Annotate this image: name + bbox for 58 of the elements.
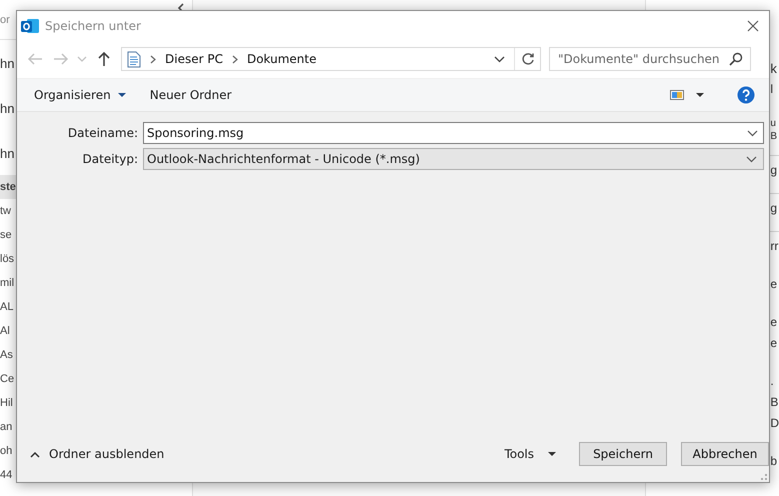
search-field[interactable]: "Dokumente" durchsuchen — [549, 47, 751, 71]
hide-folders-button[interactable]: Ordner ausblenden — [25, 444, 170, 464]
reading-pane-text: u — [770, 117, 776, 130]
reading-pane-text: D — [770, 415, 779, 432]
folder-heading[interactable]: hn — [0, 40, 14, 85]
breadcrumb-item[interactable]: Dokumente — [246, 52, 317, 66]
reading-pane-text: g — [770, 162, 778, 179]
reading-pane-text: . — [770, 373, 774, 390]
up-arrow-icon[interactable] — [97, 51, 111, 67]
chevron-right-icon — [150, 54, 156, 64]
header-text: or — [0, 14, 10, 26]
folder-heading[interactable]: hn — [0, 85, 14, 130]
tools-menu[interactable]: Tools — [499, 444, 561, 464]
reading-pane-text: l — [770, 81, 773, 98]
new-folder-button[interactable]: Neuer Ordner — [144, 85, 237, 105]
reading-pane-text: e — [770, 335, 778, 352]
reading-pane-text: e — [770, 314, 778, 331]
chevron-up-icon — [30, 450, 40, 458]
folder-item[interactable]: Al — [0, 319, 10, 343]
folder-item[interactable]: Ce — [0, 367, 14, 391]
folder-item[interactable]: an — [0, 415, 12, 439]
refresh-icon[interactable] — [521, 52, 535, 66]
close-icon[interactable] — [747, 20, 759, 32]
reading-pane-text: B — [770, 394, 778, 411]
reading-pane-text: k — [770, 60, 777, 78]
folder-item[interactable]: 44 — [0, 463, 12, 487]
dialog-title: Speichern unter — [45, 18, 141, 32]
reading-pane-text: rr — [770, 238, 778, 255]
resize-grip-icon — [761, 474, 767, 480]
chevron-right-icon — [232, 54, 238, 64]
folder-item[interactable]: lös — [0, 247, 14, 271]
reading-pane-text: g — [770, 200, 778, 217]
reading-pane-text: b — [770, 453, 778, 470]
address-bar[interactable]: Dieser PC Dokumente — [121, 47, 541, 71]
save-button[interactable]: Speichern — [579, 442, 667, 466]
organize-menu[interactable]: Organisieren — [29, 85, 131, 105]
folder-item[interactable]: As — [0, 343, 13, 367]
field-label: Dateiname: — [66, 126, 138, 140]
folder-item[interactable]: oh — [0, 439, 12, 463]
folder-item[interactable]: se — [0, 223, 12, 247]
folder-item[interactable]: mil — [0, 271, 14, 295]
search-icon[interactable] — [729, 52, 743, 66]
reading-pane-text: e — [770, 276, 778, 293]
chevron-down-icon[interactable] — [747, 130, 758, 137]
picture-view-icon — [670, 90, 684, 100]
file-name-field[interactable]: Sponsoring.msg — [143, 122, 764, 144]
cancel-button[interactable]: Abbrechen — [681, 442, 769, 466]
folder-item[interactable]: Hil — [0, 391, 13, 415]
chevron-down-icon[interactable] — [494, 56, 505, 62]
breadcrumb-item[interactable]: Dieser PC — [165, 52, 223, 66]
mail-app-icon — [21, 18, 39, 34]
reading-pane-text: B — [770, 130, 777, 143]
field-label: Dateityp: — [82, 152, 138, 166]
folder-item[interactable]: tw — [0, 199, 11, 223]
folder-item[interactable]: AL — [0, 295, 14, 319]
document-icon — [127, 50, 141, 68]
folder-heading[interactable]: hn — [0, 130, 14, 175]
help-icon[interactable] — [737, 86, 755, 104]
